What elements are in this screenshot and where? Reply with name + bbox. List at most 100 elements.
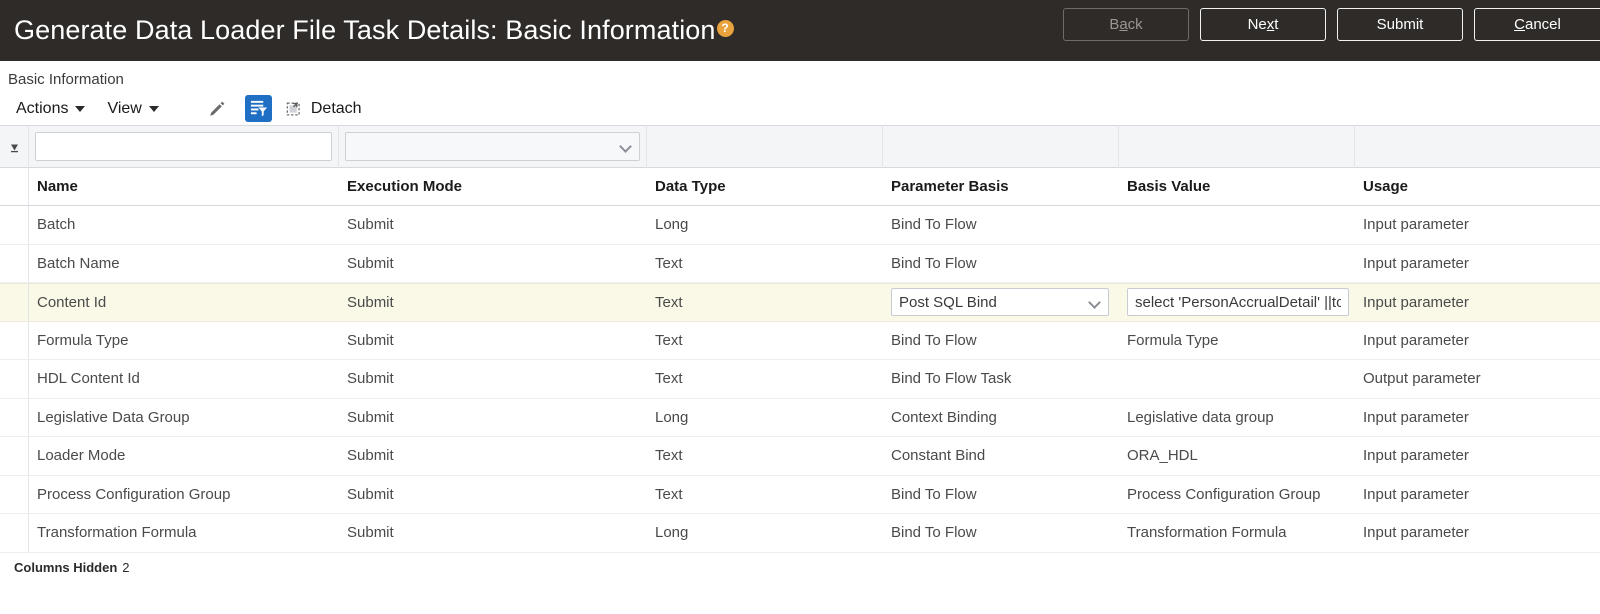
cell-parameter-basis: Post SQL Bind xyxy=(883,284,1119,321)
cell-name: Legislative Data Group xyxy=(37,408,190,426)
sort-indicator-icon[interactable] xyxy=(6,140,22,154)
parameters-table: Name Execution Mode Data Type Parameter … xyxy=(0,125,1600,575)
parameter-basis-select[interactable]: Post SQL Bind xyxy=(891,288,1109,317)
filter-cell-data-type[interactable] xyxy=(647,125,883,168)
cell-parameter-basis: Context Binding xyxy=(891,408,997,426)
filter-cell-parameter-basis[interactable] xyxy=(883,125,1119,168)
cell-parameter-basis: Bind To Flow xyxy=(891,216,977,234)
cell-data-type: Text xyxy=(655,485,683,503)
cell-parameter-basis: Bind To Flow xyxy=(891,485,977,503)
cell-data-type: Long xyxy=(655,408,689,426)
cell-basis-value xyxy=(1119,284,1355,321)
row-handle-cell[interactable] xyxy=(0,360,29,398)
row-handle-cell[interactable] xyxy=(0,398,29,436)
row-handle-cell[interactable] xyxy=(0,284,29,321)
cell-execution-mode: Submit xyxy=(347,408,394,426)
next-button[interactable]: Next xyxy=(1200,8,1326,41)
filter-input-name[interactable] xyxy=(35,132,332,161)
table-toolbar: Actions View Detach xyxy=(0,92,1600,125)
table-body: Batch Submit Long Bind To Flow Input paramet… xyxy=(0,206,1600,553)
row-handle-cell[interactable] xyxy=(0,244,29,282)
table-row[interactable]: Process Configuration Group Submit Text Bin… xyxy=(0,475,1600,514)
cell-parameter-basis: Bind To Flow Task xyxy=(891,370,1012,388)
header-cell-handle xyxy=(0,168,29,205)
table-row[interactable]: Loader Mode Submit Text Constant Bind ORA_HD… xyxy=(0,437,1600,476)
section-title: Basic Information xyxy=(8,71,124,88)
chevron-down-icon xyxy=(75,105,86,112)
cell-data-type: Long xyxy=(655,216,689,234)
chevron-down-icon xyxy=(148,105,159,112)
cell-basis-value: Transformation Formula xyxy=(1127,524,1287,542)
cell-basis-value: Process Configuration Group xyxy=(1127,485,1321,503)
row-handle-cell[interactable] xyxy=(0,321,29,359)
row-handle-cell[interactable] xyxy=(0,475,29,513)
cell-usage: Input parameter xyxy=(1363,254,1469,272)
query-by-example-filter-icon xyxy=(250,100,267,117)
help-circle-icon[interactable]: ? xyxy=(716,20,734,37)
basis-value-input[interactable] xyxy=(1127,288,1349,317)
edit-button[interactable] xyxy=(203,95,231,123)
table-row[interactable]: Formula Type Submit Text Bind To Flow Formul… xyxy=(0,321,1600,360)
filter-cell-basis-value[interactable] xyxy=(1119,125,1355,168)
cell-name: Loader Mode xyxy=(37,447,126,465)
filter-cell-name xyxy=(29,125,339,168)
cell-execution-mode: Submit xyxy=(347,331,394,349)
query-by-example-row xyxy=(0,125,1600,168)
cancel-button[interactable]: Cancel xyxy=(1474,8,1600,41)
query-by-example-button[interactable] xyxy=(244,95,272,122)
application-header-bar: Generate Data Loader File Task Details: … xyxy=(0,0,1600,61)
parameter-basis-select-value: Post SQL Bind xyxy=(899,293,997,311)
column-header-usage[interactable]: Usage xyxy=(1355,168,1600,205)
cell-usage: Input parameter xyxy=(1363,293,1469,311)
submit-button[interactable]: Submit xyxy=(1337,8,1463,41)
cell-basis-value xyxy=(1119,245,1355,283)
detach-label: Detach xyxy=(310,99,362,117)
column-header-execution-mode[interactable]: Execution Mode xyxy=(339,168,647,205)
cell-data-type: Text xyxy=(655,370,683,388)
table-row[interactable]: Content Id Submit Text Post SQL Bind Input p… xyxy=(0,283,1600,322)
column-header-basis-value[interactable]: Basis Value xyxy=(1119,168,1355,205)
cell-parameter-basis: Bind To Flow xyxy=(891,254,977,272)
cell-data-type: Text xyxy=(655,331,683,349)
back-button: Back xyxy=(1063,8,1189,41)
table-row[interactable]: Legislative Data Group Submit Long Context … xyxy=(0,398,1600,437)
row-handle-cell[interactable] xyxy=(0,437,29,475)
table-header-row: Name Execution Mode Data Type Parameter … xyxy=(0,168,1600,206)
view-menu-button[interactable]: View xyxy=(105,98,164,120)
row-handle-cell[interactable] xyxy=(0,206,29,244)
cell-name: Transformation Formula xyxy=(37,524,197,542)
cell-name: Batch Name xyxy=(37,254,120,272)
pencil-icon xyxy=(210,101,225,116)
filter-cell-usage[interactable] xyxy=(1355,125,1600,168)
column-header-parameter-basis[interactable]: Parameter Basis xyxy=(883,168,1119,205)
cell-name: Content Id xyxy=(37,293,107,311)
row-handle-cell[interactable] xyxy=(0,514,29,552)
cell-usage: Input parameter xyxy=(1363,485,1469,503)
chevron-down-icon xyxy=(1088,296,1101,310)
cell-parameter-basis: Bind To Flow xyxy=(891,331,977,349)
cell-usage: Output parameter xyxy=(1363,370,1481,388)
cell-name: HDL Content Id xyxy=(37,370,140,388)
cell-execution-mode: Submit xyxy=(347,370,394,388)
cell-basis-value xyxy=(1119,360,1355,398)
cell-execution-mode: Submit xyxy=(347,216,394,234)
detach-button[interactable]: Detach xyxy=(286,100,362,118)
column-header-name[interactable]: Name xyxy=(29,168,339,205)
cell-usage: Input parameter xyxy=(1363,216,1469,234)
section-subheader: Basic Information xyxy=(0,61,1600,90)
columns-hidden-label: Columns Hidden xyxy=(14,559,118,575)
view-menu-label: View xyxy=(107,99,142,117)
cell-basis-value: Formula Type xyxy=(1127,331,1219,349)
table-row[interactable]: Transformation Formula Submit Long Bind To … xyxy=(0,514,1600,553)
actions-menu-button[interactable]: Actions xyxy=(14,98,91,120)
actions-menu-label: Actions xyxy=(16,99,69,117)
column-header-data-type[interactable]: Data Type xyxy=(647,168,883,205)
cell-execution-mode: Submit xyxy=(347,293,394,311)
table-row[interactable]: Batch Submit Long Bind To Flow Input paramet… xyxy=(0,206,1600,245)
table-row[interactable]: Batch Name Submit Text Bind To Flow Input pa… xyxy=(0,244,1600,283)
filter-select-execution-mode[interactable] xyxy=(345,132,640,161)
columns-hidden-count: 2 xyxy=(122,559,130,575)
cell-data-type: Long xyxy=(655,524,689,542)
table-row[interactable]: HDL Content Id Submit Text Bind To Flow Tas… xyxy=(0,360,1600,399)
filter-cell-execution-mode xyxy=(339,125,647,168)
